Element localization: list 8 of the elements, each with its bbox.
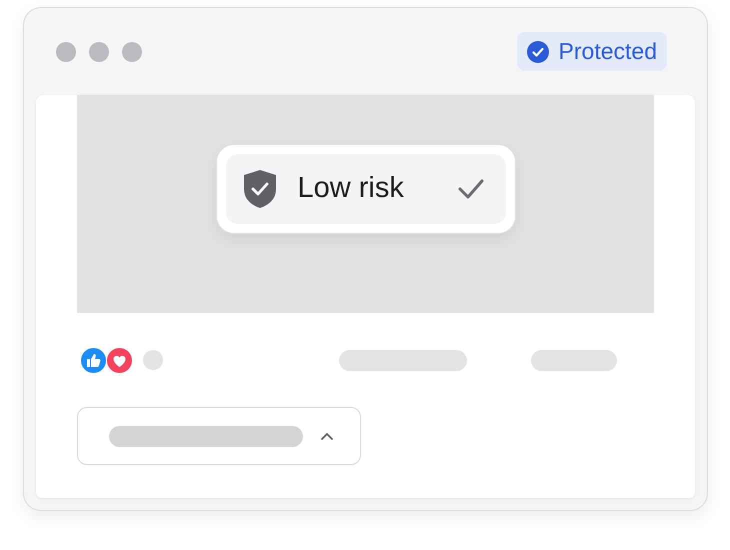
- risk-chip: Low risk: [216, 144, 516, 234]
- shield-check-icon: [242, 169, 276, 209]
- check-icon: [458, 179, 484, 199]
- check-circle-icon: [526, 40, 549, 62]
- like-icon: [80, 346, 107, 374]
- protected-badge: Protected: [516, 32, 667, 71]
- caret-icon: [320, 432, 334, 440]
- dropdown[interactable]: [77, 407, 361, 465]
